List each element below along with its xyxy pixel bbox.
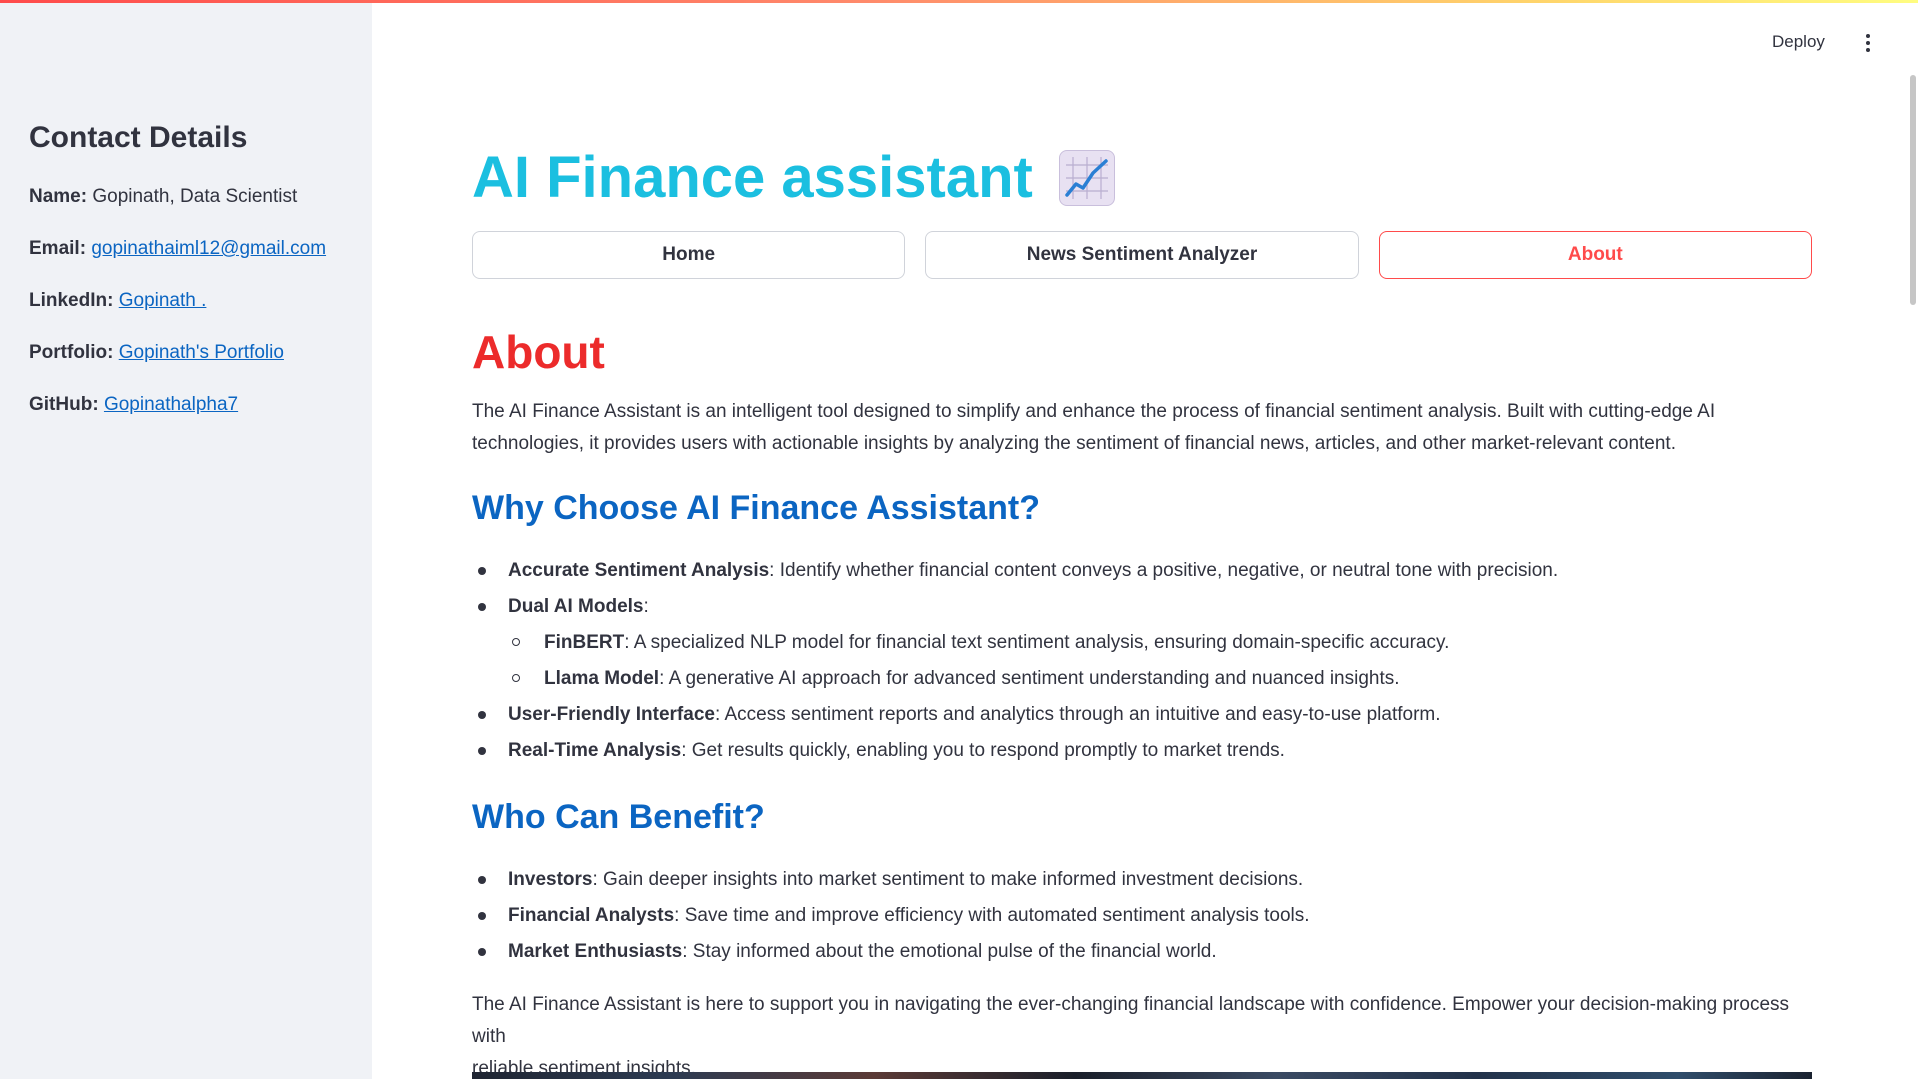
list-item: User-Friendly Interface: Access sentimen… bbox=[472, 697, 1812, 733]
list-item: Market Enthusiasts: Stay informed about … bbox=[472, 934, 1812, 970]
more-options-icon[interactable] bbox=[1862, 34, 1874, 56]
list-item: Investors: Gain deeper insights into mar… bbox=[472, 862, 1812, 898]
list-item-title: Investors bbox=[508, 869, 593, 890]
list-item-title: FinBERT bbox=[544, 632, 625, 653]
page-title: AI Finance assistant bbox=[472, 144, 1115, 211]
list-item-text: : Identify whether financial content con… bbox=[769, 560, 1559, 581]
contact-email-label: Email: bbox=[29, 238, 87, 259]
list-item-text: : bbox=[643, 596, 649, 617]
portfolio-link[interactable]: Gopinath's Portfolio bbox=[119, 342, 284, 363]
tab-bar: Home News Sentiment Analyzer About bbox=[472, 231, 1812, 279]
tab-news-sentiment-analyzer[interactable]: News Sentiment Analyzer bbox=[925, 231, 1359, 279]
list-item-title: Llama Model bbox=[544, 668, 660, 689]
contact-linkedin: LinkedIn: Gopinath . bbox=[29, 290, 206, 312]
list-item-title: Dual AI Models bbox=[508, 596, 644, 617]
list-item-text: : Access sentiment reports and analytics… bbox=[714, 704, 1441, 725]
list-item-title: Accurate Sentiment Analysis bbox=[508, 560, 770, 581]
github-link[interactable]: Gopinathalpha7 bbox=[104, 394, 238, 415]
contact-portfolio-label: Portfolio: bbox=[29, 342, 114, 363]
list-item-text: : A specialized NLP model for financial … bbox=[624, 632, 1450, 653]
contact-linkedin-label: LinkedIn: bbox=[29, 290, 114, 311]
about-heading: About bbox=[472, 326, 605, 378]
banner-image bbox=[472, 1072, 1812, 1079]
why-choose-heading: Why Choose AI Finance Assistant? bbox=[472, 489, 1041, 527]
sub-list-item: Llama Model: A generative AI approach fo… bbox=[472, 661, 1812, 697]
about-outro-line-1: The AI Finance Assistant is here to supp… bbox=[472, 994, 1790, 1047]
chart-increasing-icon bbox=[1058, 149, 1115, 206]
contact-name-label: Name: bbox=[29, 186, 88, 207]
about-intro-line-2: technologies, it provides users with act… bbox=[472, 433, 1676, 454]
list-item-text: : Gain deeper insights into market senti… bbox=[592, 869, 1304, 890]
list-item: Dual AI Models: bbox=[472, 589, 1812, 625]
list-item-title: User-Friendly Interface bbox=[508, 704, 715, 725]
list-item: Financial Analysts: Save time and improv… bbox=[472, 898, 1812, 934]
email-link[interactable]: gopinathaiml12@gmail.com bbox=[91, 238, 326, 259]
tab-home[interactable]: Home bbox=[472, 231, 906, 279]
list-item-title: Financial Analysts bbox=[508, 905, 675, 926]
sidebar-title: Contact Details bbox=[29, 121, 248, 154]
sub-list-item: FinBERT: A specialized NLP model for fin… bbox=[472, 625, 1812, 661]
scrollbar[interactable] bbox=[1910, 75, 1916, 305]
list-item-text: : Save time and improve efficiency with … bbox=[674, 905, 1310, 926]
why-choose-list: Accurate Sentiment Analysis: Identify wh… bbox=[472, 553, 1812, 769]
contact-portfolio: Portfolio: Gopinath's Portfolio bbox=[29, 342, 284, 364]
about-outro: The AI Finance Assistant is here to supp… bbox=[472, 989, 1812, 1085]
list-item-title: Market Enthusiasts bbox=[508, 941, 683, 962]
sidebar: Contact Details Name: Gopinath, Data Sci… bbox=[0, 3, 372, 1079]
contact-name-value: Gopinath, Data Scientist bbox=[92, 186, 298, 207]
contact-name: Name: Gopinath, Data Scientist bbox=[29, 186, 297, 208]
deploy-button[interactable]: Deploy bbox=[1772, 32, 1825, 52]
tab-about[interactable]: About bbox=[1378, 231, 1812, 279]
who-can-benefit-list: Investors: Gain deeper insights into mar… bbox=[472, 862, 1812, 970]
contact-github: GitHub: Gopinathalpha7 bbox=[29, 394, 238, 416]
list-item: Real-Time Analysis: Get results quickly,… bbox=[472, 733, 1812, 769]
list-item-text: : Get results quickly, enabling you to r… bbox=[681, 740, 1285, 761]
contact-github-label: GitHub: bbox=[29, 394, 99, 415]
list-item-title: Real-Time Analysis bbox=[508, 740, 682, 761]
linkedin-link[interactable]: Gopinath . bbox=[119, 290, 207, 311]
page-title-text: AI Finance assistant bbox=[472, 145, 1033, 210]
contact-email: Email: gopinathaiml12@gmail.com bbox=[29, 238, 326, 260]
about-intro: The AI Finance Assistant is an intellige… bbox=[472, 396, 1812, 460]
list-item-text: : A generative AI approach for advanced … bbox=[659, 668, 1400, 689]
about-intro-line-1: The AI Finance Assistant is an intellige… bbox=[472, 401, 1716, 422]
list-item-text: : Stay informed about the emotional puls… bbox=[682, 941, 1217, 962]
list-item: Accurate Sentiment Analysis: Identify wh… bbox=[472, 553, 1812, 589]
who-can-benefit-heading: Who Can Benefit? bbox=[472, 798, 765, 836]
